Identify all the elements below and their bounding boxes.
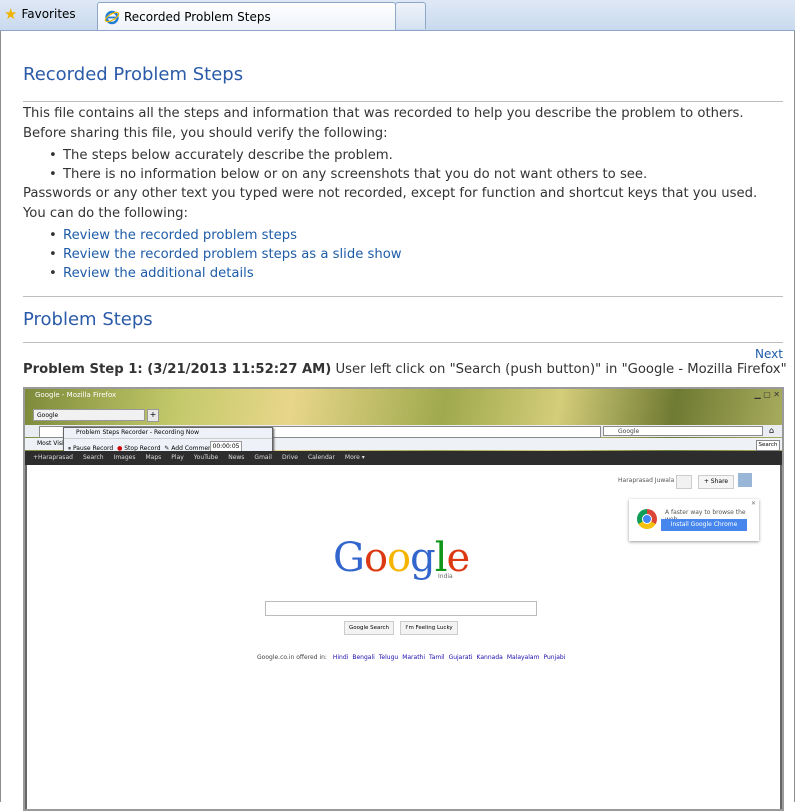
language-link: Tamil <box>429 654 445 661</box>
step-screenshot: Google - Mozilla Firefox ▁ ▢ ✕ Google + … <box>23 387 784 811</box>
new-tab-button[interactable] <box>395 2 426 29</box>
firefox-search-box: Google <box>603 426 763 436</box>
google-logo-subtitle: India <box>438 573 453 580</box>
section-title: Problem Steps <box>23 309 153 330</box>
favorites-label: Favorites <box>21 7 76 21</box>
step-heading: Problem Step 1: (3/21/2013 11:52:27 AM) … <box>23 362 787 377</box>
google-logo-letter: o <box>387 535 411 581</box>
action-item: • Review the recorded problem steps as a … <box>49 247 402 262</box>
home-icon: ⌂ <box>769 426 775 435</box>
google-bar-item: Maps <box>145 454 162 461</box>
step-description: User left click on "Search (push button)… <box>335 362 787 377</box>
search-tooltip: Search <box>756 440 780 451</box>
google-share: + Share <box>698 475 734 489</box>
slideshow-link[interactable]: Review the recorded problem steps as a s… <box>63 247 402 262</box>
verify-item: • There is no information below or on any… <box>49 167 648 182</box>
tab-title: Recorded Problem Steps <box>124 9 271 24</box>
page-title: Recorded Problem Steps <box>23 64 244 85</box>
feeling-lucky-button: I'm Feeling Lucky <box>400 621 458 635</box>
divider <box>23 101 783 102</box>
tab-recorded-problem-steps[interactable]: Recorded Problem Steps <box>97 2 396 30</box>
google-bar-item: More ▾ <box>344 454 365 461</box>
google-logo-letter: G <box>333 535 365 581</box>
google-user-name: Haraprasad Juwala <box>618 477 675 484</box>
google-logo-letter: o <box>363 535 388 581</box>
offered-in-label: Google.co.in offered in: <box>257 654 327 661</box>
google-bar-item: YouTube <box>193 454 219 461</box>
step-label: Problem Step 1: (3/21/2013 11:52:27 AM) <box>23 362 332 377</box>
divider <box>23 296 783 297</box>
google-bar-item: Drive <box>281 454 298 461</box>
offered-in-languages: Google.co.in offered in: Hindi Bengali Tel… <box>257 654 565 661</box>
action-item: • Review the additional details <box>49 266 254 281</box>
action-item: • Review the recorded problem steps <box>49 228 298 243</box>
google-bar-item: +Haraprasad <box>33 454 73 461</box>
window-title: Google - Mozilla Firefox <box>35 391 117 399</box>
intro-text: This file contains all the steps and inf… <box>23 106 744 121</box>
google-bar-item: Calendar <box>307 454 335 461</box>
star-icon: ★ <box>4 4 18 23</box>
google-search-button: Google Search <box>344 621 394 635</box>
passwords-note: Passwords or any other text you typed we… <box>23 186 758 201</box>
install-chrome-button: Install Google Chrome <box>661 519 747 531</box>
avatar <box>738 473 752 487</box>
psr-title: Problem Steps Recorder - Recording Now <box>64 428 272 439</box>
window-controls: ▁ ▢ ✕ <box>754 390 781 399</box>
language-link: Malayalam <box>506 654 540 661</box>
additional-details-link[interactable]: Review the additional details <box>63 266 254 281</box>
firefox-tab: Google <box>33 409 145 421</box>
language-link: Bengali <box>352 654 375 661</box>
language-link: Telugu <box>378 654 399 661</box>
notifications-box <box>676 475 692 489</box>
divider <box>23 342 783 343</box>
chrome-promo: A faster way to browse the web Install G… <box>629 499 759 541</box>
language-link: Gujarati <box>448 654 473 661</box>
internet-explorer-icon <box>104 9 120 25</box>
google-bar-item: Images <box>113 454 136 461</box>
google-bar-item: News <box>228 454 245 461</box>
next-link[interactable]: Next <box>755 347 783 361</box>
google-logo-letter: g <box>410 535 436 581</box>
language-link: Punjabi <box>543 654 566 661</box>
page-frame: Recorded Problem Steps This file contain… <box>0 31 795 811</box>
google-bar-item: Search <box>82 454 104 461</box>
actions-heading: You can do the following: <box>23 206 188 221</box>
language-link: Hindi <box>332 654 349 661</box>
verify-heading: Before sharing this file, you should ver… <box>23 126 388 141</box>
google-bar: +Haraprasad Search Images Maps Play YouTube Ne… <box>25 451 782 465</box>
chrome-icon <box>637 509 657 529</box>
browser-tab-strip: ★ Favorites Recorded Problem Steps <box>0 0 795 31</box>
language-link: Marathi <box>402 654 426 661</box>
language-link: Kannada <box>476 654 503 661</box>
google-bar-item: Play <box>171 454 184 461</box>
review-steps-link[interactable]: Review the recorded problem steps <box>63 228 297 243</box>
close-icon: ✕ <box>750 500 756 507</box>
window-border <box>780 465 782 809</box>
verify-item: • The steps below accurately describe the… <box>49 148 393 163</box>
google-bar-item: Gmail <box>254 454 272 461</box>
google-search-input <box>265 601 537 616</box>
new-tab-icon: + <box>147 409 159 422</box>
favorites-button[interactable]: ★ Favorites <box>4 4 76 24</box>
window-border <box>25 465 27 809</box>
